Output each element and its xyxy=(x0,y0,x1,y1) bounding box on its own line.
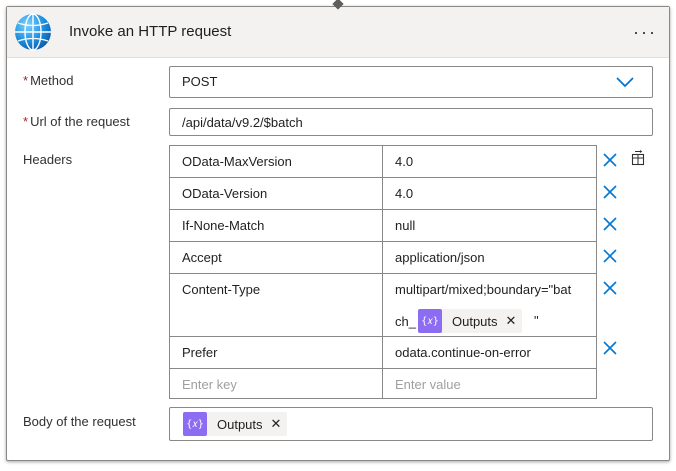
header-value-text: multipart/mixed;boundary="bat xyxy=(395,282,572,297)
remove-header-icon[interactable] xyxy=(602,216,618,232)
header-key-text: Accept xyxy=(182,250,222,265)
remove-header-icon[interactable] xyxy=(602,340,618,356)
new-header-value-field[interactable]: Enter value xyxy=(382,368,597,399)
dynamic-content-token[interactable]: {𝑥} Outputs ✕ xyxy=(183,412,288,436)
header-key-field[interactable]: If-None-Match xyxy=(169,209,383,242)
required-marker: * xyxy=(23,114,29,129)
url-label-text: Url of the request xyxy=(30,114,130,129)
header-key-text: OData-MaxVersion xyxy=(182,154,292,169)
action-title: Invoke an HTTP request xyxy=(69,23,232,40)
header-key-text: Content-Type xyxy=(182,282,261,297)
dynamic-content-token[interactable]: {𝑥} Outputs ✕ xyxy=(418,309,523,333)
header-key-field[interactable]: OData-Version xyxy=(169,177,383,210)
http-action-card: Invoke an HTTP request ··· * Method POST … xyxy=(6,6,670,461)
body-input[interactable]: {𝑥} Outputs ✕ xyxy=(169,407,653,441)
headers-label: Headers xyxy=(23,152,73,167)
switch-to-text-mode-icon[interactable] xyxy=(630,150,646,166)
method-value: POST xyxy=(182,74,218,89)
value-placeholder: Enter value xyxy=(395,377,461,392)
key-placeholder: Enter key xyxy=(182,377,237,392)
header-value-field[interactable]: odata.continue-on-error xyxy=(382,336,597,369)
remove-header-icon[interactable] xyxy=(602,152,618,168)
header-key-text: OData-Version xyxy=(182,186,268,201)
header-value-field[interactable]: null xyxy=(382,209,597,242)
header-key-field[interactable]: OData-MaxVersion xyxy=(169,145,383,178)
header-value-field[interactable]: multipart/mixed;boundary="bat ch_ {𝑥} Ou… xyxy=(382,273,597,337)
header-key-field[interactable]: Accept xyxy=(169,241,383,274)
header-value-field[interactable]: 4.0 xyxy=(382,145,597,178)
new-header-key-field[interactable]: Enter key xyxy=(169,368,383,399)
remove-header-icon[interactable] xyxy=(602,184,618,200)
method-label: * Method xyxy=(23,73,73,88)
chevron-down-icon xyxy=(616,77,634,88)
body-label: Body of the request xyxy=(23,414,136,429)
more-options-button[interactable]: ··· xyxy=(633,22,657,43)
remove-token-icon[interactable]: ✕ xyxy=(271,416,282,432)
header-value-field[interactable]: 4.0 xyxy=(382,177,597,210)
method-dropdown[interactable]: POST xyxy=(169,66,653,98)
header-value-text: 4.0 xyxy=(395,154,414,169)
header-value-prefix: ch_ xyxy=(395,314,416,329)
remove-header-icon[interactable] xyxy=(602,280,618,296)
header-key-text: Prefer xyxy=(182,345,218,360)
card-header[interactable]: Invoke an HTTP request ··· xyxy=(7,7,669,58)
header-value-text: null xyxy=(395,218,416,233)
remove-token-icon[interactable]: ✕ xyxy=(506,313,517,329)
url-value: /api/data/v9.2/$batch xyxy=(182,115,303,130)
globe-icon xyxy=(15,13,51,51)
url-label: * Url of the request xyxy=(23,114,130,129)
token-label: Outputs xyxy=(452,313,498,329)
required-marker: * xyxy=(23,73,29,88)
token-label: Outputs xyxy=(217,416,263,432)
url-input[interactable]: /api/data/v9.2/$batch xyxy=(169,108,653,136)
method-label-text: Method xyxy=(30,73,74,88)
header-key-text: If-None-Match xyxy=(182,218,265,233)
header-key-field[interactable]: Prefer xyxy=(169,336,383,369)
header-key-field[interactable]: Content-Type xyxy=(169,273,383,337)
expression-icon: {𝑥} xyxy=(418,309,442,333)
header-value-text: odata.continue-on-error xyxy=(395,345,531,360)
header-value-text: 4.0 xyxy=(395,186,414,201)
remove-header-icon[interactable] xyxy=(602,248,618,264)
header-value-field[interactable]: application/json xyxy=(382,241,597,274)
header-value-suffix: " xyxy=(534,313,539,328)
expression-icon: {𝑥} xyxy=(183,412,207,436)
header-value-text: application/json xyxy=(395,250,485,265)
